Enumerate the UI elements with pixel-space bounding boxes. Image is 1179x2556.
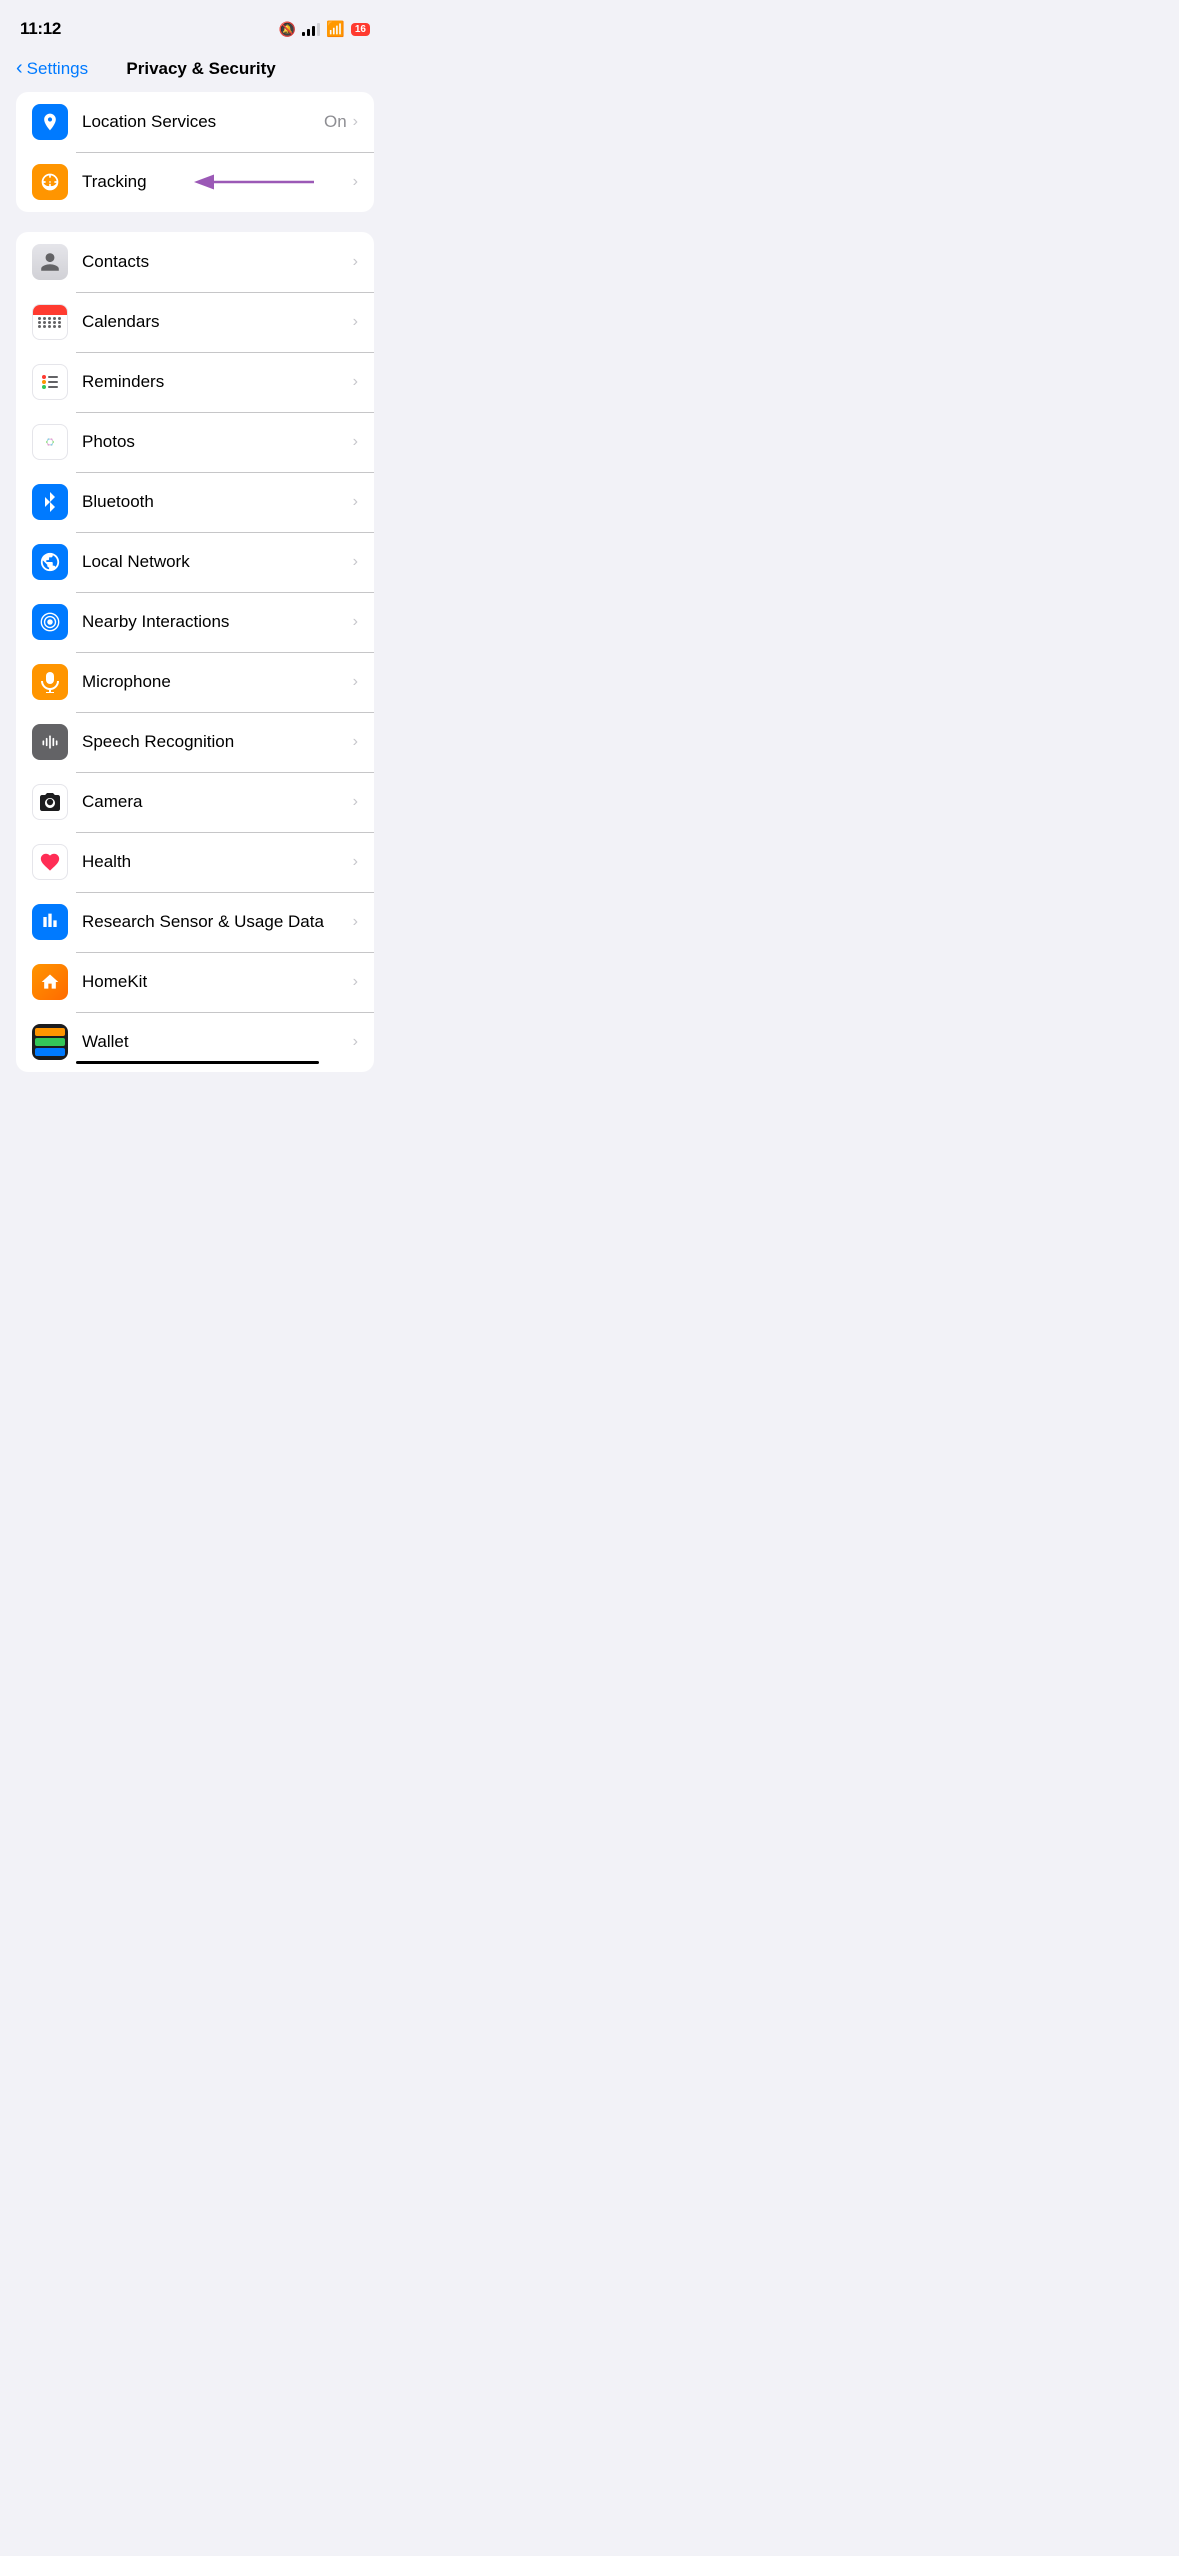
location-services-chevron: › — [353, 113, 358, 131]
contacts-label: Contacts — [82, 252, 353, 272]
back-button[interactable]: ‹ Settings — [16, 58, 88, 80]
calendars-icon — [32, 304, 68, 340]
tracking-icon — [32, 164, 68, 200]
microphone-chevron: › — [353, 673, 358, 691]
homekit-label: HomeKit — [82, 972, 353, 992]
back-label: Settings — [27, 59, 88, 79]
battery-indicator: 16 — [351, 23, 370, 36]
contacts-icon — [32, 244, 68, 280]
tracking-chevron: › — [353, 173, 358, 191]
calendars-chevron: › — [353, 313, 358, 331]
speech-recognition-icon — [32, 724, 68, 760]
wallet-chevron: › — [353, 1033, 358, 1051]
microphone-icon — [32, 664, 68, 700]
local-network-chevron: › — [353, 553, 358, 571]
research-chevron: › — [353, 913, 358, 931]
camera-icon — [32, 784, 68, 820]
camera-label: Camera — [82, 792, 353, 812]
camera-chevron: › — [353, 793, 358, 811]
microphone-row[interactable]: Microphone › — [16, 652, 374, 712]
local-network-label: Local Network — [82, 552, 353, 572]
photos-icon — [32, 424, 68, 460]
nearby-interactions-row[interactable]: Nearby Interactions › — [16, 592, 374, 652]
health-row[interactable]: Health › — [16, 832, 374, 892]
status-time: 11:12 — [20, 19, 61, 39]
microphone-label: Microphone — [82, 672, 353, 692]
photos-row[interactable]: Photos › — [16, 412, 374, 472]
calendars-row[interactable]: Calendars › — [16, 292, 374, 352]
wallet-icon — [32, 1024, 68, 1060]
permissions-section: Contacts › Calendars › Remin — [16, 232, 374, 1072]
reminders-icon — [32, 364, 68, 400]
mute-icon: 🔕 — [279, 21, 296, 38]
wallet-label: Wallet — [82, 1032, 353, 1052]
status-bar: 11:12 🔕 📶 16 — [0, 0, 390, 50]
local-network-icon — [32, 544, 68, 580]
status-icons: 🔕 📶 16 — [279, 20, 370, 38]
page-title: Privacy & Security — [88, 59, 314, 79]
health-chevron: › — [353, 853, 358, 871]
location-services-label: Location Services — [82, 112, 324, 132]
research-icon — [32, 904, 68, 940]
nearby-interactions-label: Nearby Interactions — [82, 612, 353, 632]
health-label: Health — [82, 852, 353, 872]
camera-row[interactable]: Camera › — [16, 772, 374, 832]
location-services-row[interactable]: Location Services On › — [16, 92, 374, 152]
wallet-row[interactable]: Wallet › — [16, 1012, 374, 1072]
wifi-icon: 📶 — [326, 20, 345, 38]
contacts-row[interactable]: Contacts › — [16, 232, 374, 292]
homekit-row[interactable]: HomeKit › — [16, 952, 374, 1012]
speech-recognition-row[interactable]: Speech Recognition › — [16, 712, 374, 772]
back-chevron-icon: ‹ — [16, 57, 23, 80]
bluetooth-row[interactable]: Bluetooth › — [16, 472, 374, 532]
health-icon — [32, 844, 68, 880]
reminders-row[interactable]: Reminders › — [16, 352, 374, 412]
bluetooth-chevron: › — [353, 493, 358, 511]
local-network-row[interactable]: Local Network › — [16, 532, 374, 592]
photos-label: Photos — [82, 432, 353, 452]
location-services-icon — [32, 104, 68, 140]
reminders-label: Reminders — [82, 372, 353, 392]
photos-chevron: › — [353, 433, 358, 451]
nav-bar: ‹ Settings Privacy & Security — [0, 50, 390, 92]
research-label: Research Sensor & Usage Data — [82, 912, 353, 932]
tracking-label: Tracking — [82, 172, 353, 192]
contacts-chevron: › — [353, 253, 358, 271]
homekit-chevron: › — [353, 973, 358, 991]
nearby-interactions-icon — [32, 604, 68, 640]
top-section: Location Services On › Tracking › — [16, 92, 374, 212]
nearby-interactions-chevron: › — [353, 613, 358, 631]
calendars-label: Calendars — [82, 312, 353, 332]
signal-bars — [302, 22, 320, 36]
homekit-icon — [32, 964, 68, 1000]
bluetooth-icon — [32, 484, 68, 520]
wallet-underline-annotation — [76, 1061, 319, 1064]
speech-recognition-label: Speech Recognition — [82, 732, 353, 752]
tracking-row[interactable]: Tracking › — [16, 152, 374, 212]
research-row[interactable]: Research Sensor & Usage Data › — [16, 892, 374, 952]
reminders-chevron: › — [353, 373, 358, 391]
location-services-value: On — [324, 112, 347, 132]
bluetooth-label: Bluetooth — [82, 492, 353, 512]
speech-recognition-chevron: › — [353, 733, 358, 751]
